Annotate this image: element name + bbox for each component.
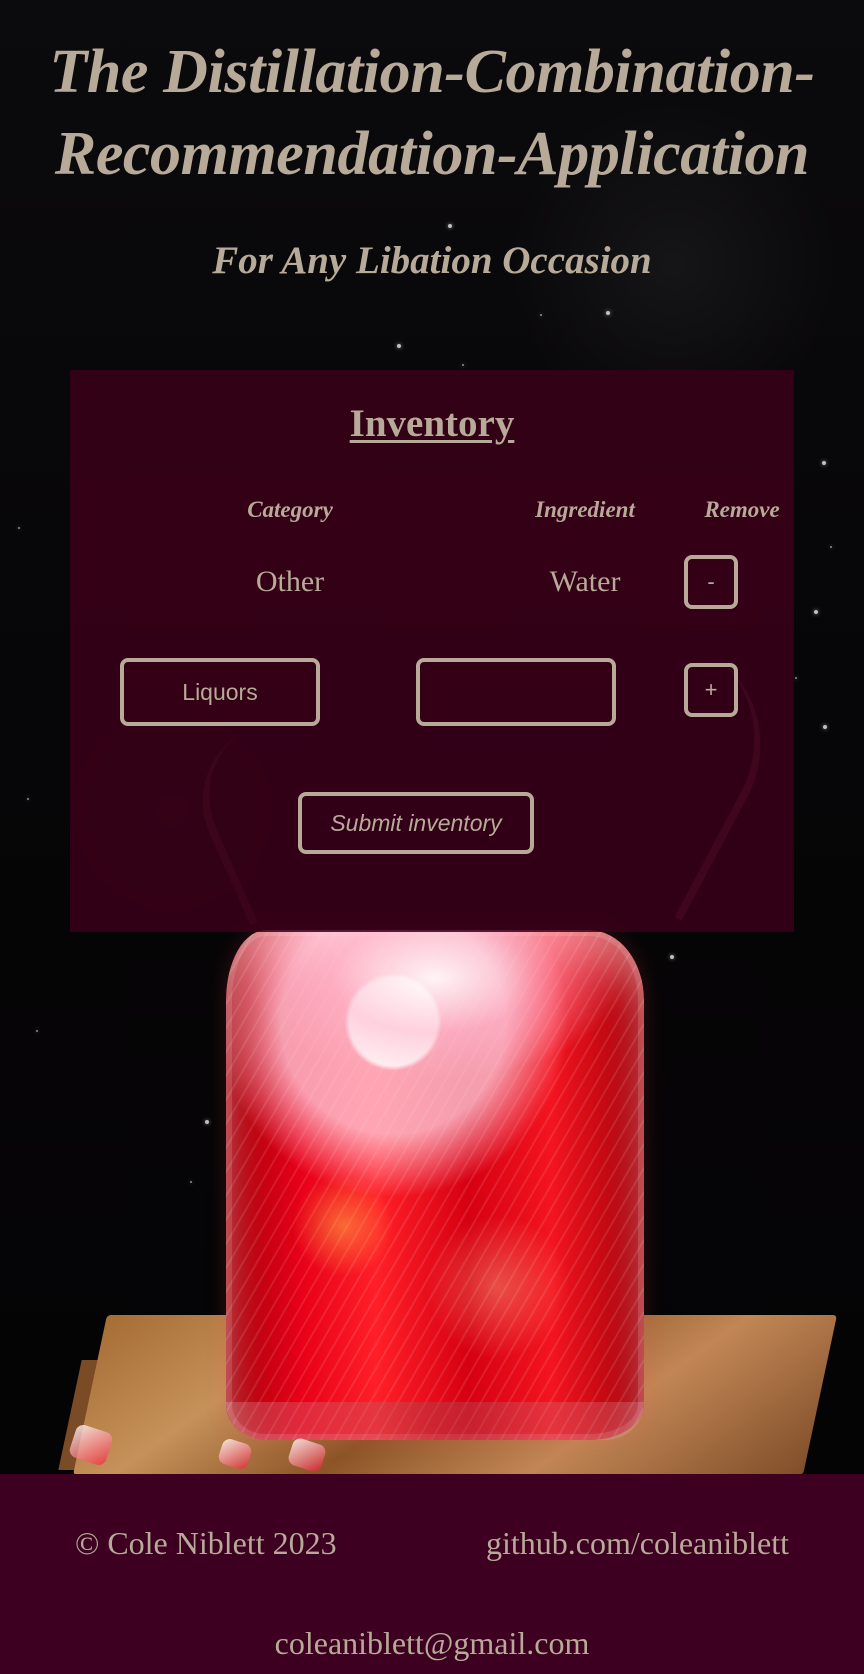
add-inventory-item-button[interactable]: + [684, 663, 738, 717]
red-cocktail-glass [226, 930, 644, 1440]
sparkle-decoration [606, 311, 610, 315]
sparkle-decoration [18, 527, 20, 529]
inventory-item-category: Other [255, 565, 325, 598]
sparkle-decoration [397, 344, 401, 348]
sparkle-decoration [190, 1181, 192, 1183]
inventory-title: Inventory [349, 402, 515, 445]
ingredient-input[interactable] [416, 658, 616, 726]
page-footer: © Cole Niblett 2023 github.com/coleanibl… [0, 1474, 864, 1674]
page-title-line-1: The Distillation-Combination- [49, 38, 815, 106]
sparkle-decoration [462, 364, 464, 366]
sparkle-decoration [540, 314, 542, 316]
github-link[interactable]: github.com/coleaniblett [486, 1524, 789, 1562]
sparkle-decoration [814, 610, 818, 614]
sparkle-decoration [795, 677, 797, 679]
remove-column-header: Remove [704, 497, 780, 522]
inventory-item-ingredient: Water [549, 565, 621, 598]
sparkle-decoration [822, 461, 826, 465]
sparkle-decoration [36, 1030, 38, 1032]
page-subtitle: For Any Libation Occasion [212, 239, 652, 282]
inventory-card: Inventory Category Ingredient Remove Oth… [70, 370, 794, 932]
page-title-line-2: Recommendation-Application [54, 120, 810, 188]
sparkle-decoration [448, 224, 452, 228]
page-title: The Distillation-Combination- Recommenda… [0, 31, 864, 195]
category-select[interactable]: Liquors [120, 658, 320, 726]
email-link[interactable]: coleaniblett@gmail.com [0, 1624, 864, 1662]
sparkle-decoration [670, 955, 674, 959]
sparkle-decoration [205, 1120, 209, 1124]
submit-inventory-button[interactable]: Submit inventory [298, 792, 534, 854]
sparkle-decoration [823, 725, 827, 729]
copyright-text: © Cole Niblett 2023 [75, 1525, 337, 1561]
category-column-header: Category [247, 497, 333, 522]
sparkle-decoration [27, 798, 29, 800]
remove-inventory-item-button[interactable]: - [684, 555, 738, 609]
sparkle-decoration [830, 546, 832, 548]
ingredient-column-header: Ingredient [535, 497, 635, 522]
